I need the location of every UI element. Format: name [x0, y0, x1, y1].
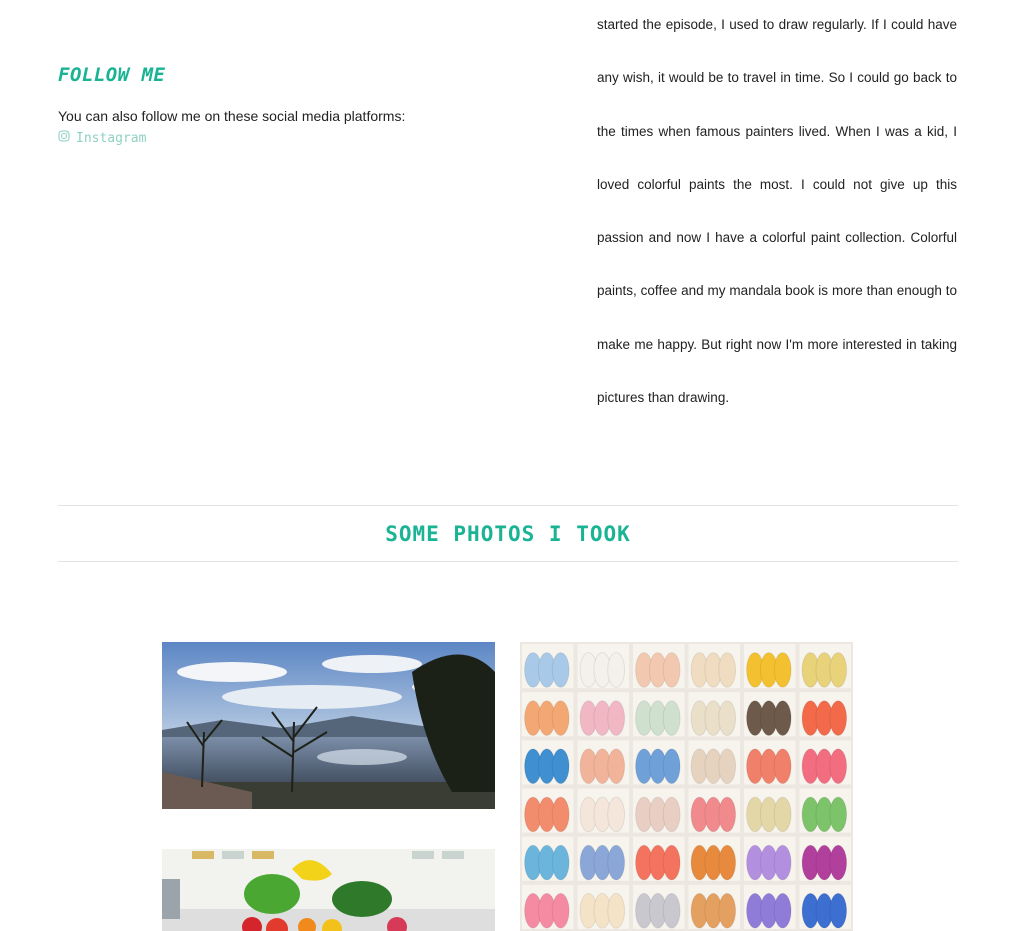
- follow-me-text: You can also follow me on these social m…: [58, 108, 406, 124]
- photos-section-header: SOME PHOTOS I TOOK: [58, 505, 958, 562]
- story-paragraph: started the episode, I used to draw regu…: [597, 17, 957, 406]
- instagram-icon: [58, 130, 70, 146]
- instagram-label: Instagram: [76, 130, 147, 146]
- photos-heading: SOME PHOTOS I TOOK: [385, 521, 631, 546]
- follow-me-heading: FOLLOW ME: [58, 64, 166, 86]
- instagram-link[interactable]: Instagram: [58, 130, 146, 146]
- yarn-photo[interactable]: [520, 642, 853, 931]
- lake-photo[interactable]: [162, 642, 495, 809]
- fruit-photo[interactable]: [162, 849, 495, 931]
